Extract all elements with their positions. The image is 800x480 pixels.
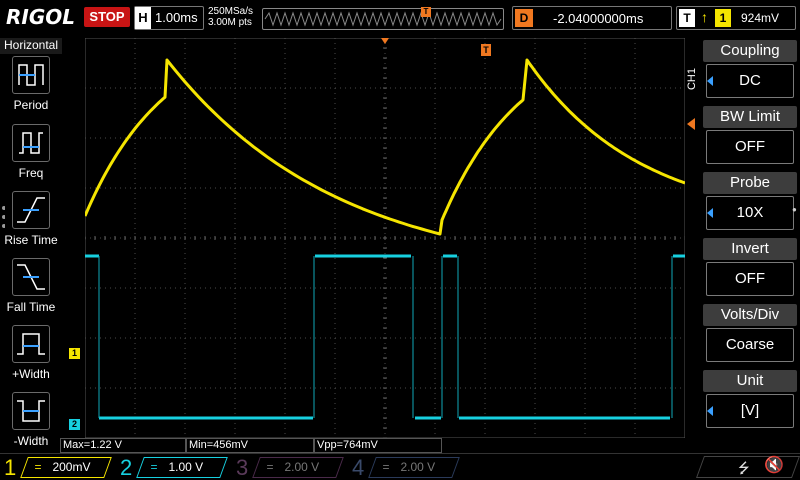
ch3-scale-box[interactable]: = 2.00 V [252, 457, 344, 478]
ch1-status[interactable]: 1 = 200mV [0, 455, 112, 480]
volts-div-title: Volts/Div [703, 304, 797, 326]
right-menu-page-icon[interactable]: ● [792, 205, 797, 214]
ch3-status[interactable]: 3 = 2.00 V [232, 455, 344, 480]
probe-menu-item[interactable]: Probe 10X [703, 172, 797, 232]
period-icon [12, 56, 50, 94]
ch1-scale: 200mV [52, 460, 91, 474]
frequency-icon [12, 124, 50, 162]
top-status-bar: RIGOL STOP H 1.00ms 250MSa/s 3.00M pts T… [0, 0, 800, 36]
ch2-number: 2 [120, 455, 133, 480]
timebase-box[interactable]: H 1.00ms [134, 6, 204, 30]
ch4-status[interactable]: 4 = 2.00 V [348, 455, 460, 480]
period-label: Period [13, 98, 49, 112]
positive-width-icon [12, 325, 50, 363]
ch1-scale-box[interactable]: = 200mV [20, 457, 112, 478]
ch4-scale: 2.00 V [400, 460, 436, 474]
knob-select-icon [707, 76, 713, 86]
measurement-min[interactable]: Min=456mV [186, 438, 314, 453]
coupling-value[interactable]: DC [706, 64, 794, 98]
sample-rate: 250MSa/s [208, 6, 254, 17]
knob-select-icon [707, 208, 713, 218]
freq-label: Freq [18, 166, 44, 180]
menu-channel-tag: CH1 [686, 68, 698, 91]
timebase-value: 1.00ms [155, 10, 198, 25]
volts-div-menu-item[interactable]: Volts/Div Coarse [703, 304, 797, 364]
ch3-scale: 2.00 V [284, 460, 320, 474]
invert-value[interactable]: OFF [706, 262, 794, 296]
trigger-time-marker: T [481, 44, 491, 56]
rising-edge-icon: ↑ [701, 9, 708, 25]
volts-div-value[interactable]: Coarse [706, 328, 794, 362]
negative-width-label: -Width [13, 434, 49, 448]
probe-value[interactable]: 10X [706, 196, 794, 230]
measure-sidebar: Horizontal Period Freq Rise Time Fall Ti… [0, 36, 62, 450]
measure-negative-width-button[interactable]: -Width [0, 392, 62, 458]
acquisition-info: 250MSa/s 3.00M pts [208, 6, 253, 28]
channel-menu: Coupling DC BW Limit OFF Probe 10X Inver… [703, 40, 797, 436]
invert-menu-item[interactable]: Invert OFF [703, 238, 797, 298]
ch2-scale: 1.00 V [168, 460, 204, 474]
delay-value: -2.04000000ms [553, 11, 644, 26]
usb-icon[interactable]: ⭍ [738, 458, 750, 480]
bw-limit-menu-item[interactable]: BW Limit OFF [703, 106, 797, 166]
unit-title: Unit [703, 370, 797, 392]
ch4-coupling: = [382, 460, 390, 474]
rigol-logo: RIGOL [6, 5, 76, 29]
invert-title: Invert [703, 238, 797, 260]
unit-menu-item[interactable]: Unit [V] [703, 370, 797, 430]
ch1-ground-marker[interactable]: 1 [69, 348, 80, 359]
menu-page-dots-icon[interactable] [1, 204, 5, 234]
bw-limit-title: BW Limit [703, 106, 797, 128]
unit-value[interactable]: [V] [706, 394, 794, 428]
ch3-number: 3 [236, 455, 249, 480]
ch4-number: 4 [352, 455, 365, 480]
trigger-box[interactable]: T ↑ 1 924mV [676, 6, 796, 30]
trigger-letter: T [679, 9, 695, 27]
measure-period-button[interactable]: Period [0, 56, 62, 122]
delay-box[interactable]: D -2.04000000ms [512, 6, 672, 30]
bw-limit-value[interactable]: OFF [706, 130, 794, 164]
delay-letter: D [515, 9, 533, 27]
knob-select-icon [707, 406, 713, 416]
positive-width-label: +Width [12, 367, 50, 381]
coupling-title: Coupling [703, 40, 797, 62]
memory-depth: 3.00M pts [208, 17, 252, 28]
measurement-vpp[interactable]: Vpp=764mV [314, 438, 442, 453]
memory-trigger-marker: T [421, 7, 431, 17]
rise-time-icon [12, 191, 50, 229]
measure-category[interactable]: Horizontal [0, 38, 62, 54]
trigger-level-marker[interactable] [685, 118, 697, 130]
trigger-source: 1 [715, 9, 731, 27]
measurement-bar: Max=1.22 V Min=456mV Vpp=764mV [60, 438, 700, 453]
waveform-display[interactable] [85, 38, 685, 438]
measure-fall-time-button[interactable]: Fall Time [0, 258, 62, 324]
ch2-status[interactable]: 2 = 1.00 V [116, 455, 228, 480]
ch2-scale-box[interactable]: = 1.00 V [136, 457, 228, 478]
memory-overview[interactable]: T [262, 7, 504, 30]
fall-time-icon [12, 258, 50, 296]
rise-time-label: Rise Time [4, 233, 58, 247]
measurement-max[interactable]: Max=1.22 V [60, 438, 186, 453]
negative-width-icon [12, 392, 50, 430]
probe-title: Probe [703, 172, 797, 194]
coupling-menu-item[interactable]: Coupling DC [703, 40, 797, 100]
ch1-coupling: = [34, 460, 42, 474]
ch1-number: 1 [4, 455, 17, 480]
ch2-coupling: = [150, 460, 158, 474]
ch3-coupling: = [266, 460, 274, 474]
run-stop-indicator[interactable]: STOP [84, 7, 130, 27]
timebase-letter: H [135, 7, 151, 29]
ch2-ground-marker[interactable]: 2 [69, 419, 80, 430]
channel-status-bar: 1 = 200mV 2 = 1.00 V 3 = 2.00 V 4 = 2.00… [0, 453, 800, 480]
measure-positive-width-button[interactable]: +Width [0, 325, 62, 391]
fall-time-label: Fall Time [6, 300, 56, 314]
measure-freq-button[interactable]: Freq [0, 124, 62, 190]
trigger-level: 924mV [741, 11, 780, 25]
memory-waveform-icon [264, 11, 502, 27]
ch4-scale-box[interactable]: = 2.00 V [368, 457, 460, 478]
speaker-muted-icon[interactable]: 🔇 [764, 455, 784, 475]
measure-rise-time-button[interactable]: Rise Time [0, 191, 62, 257]
